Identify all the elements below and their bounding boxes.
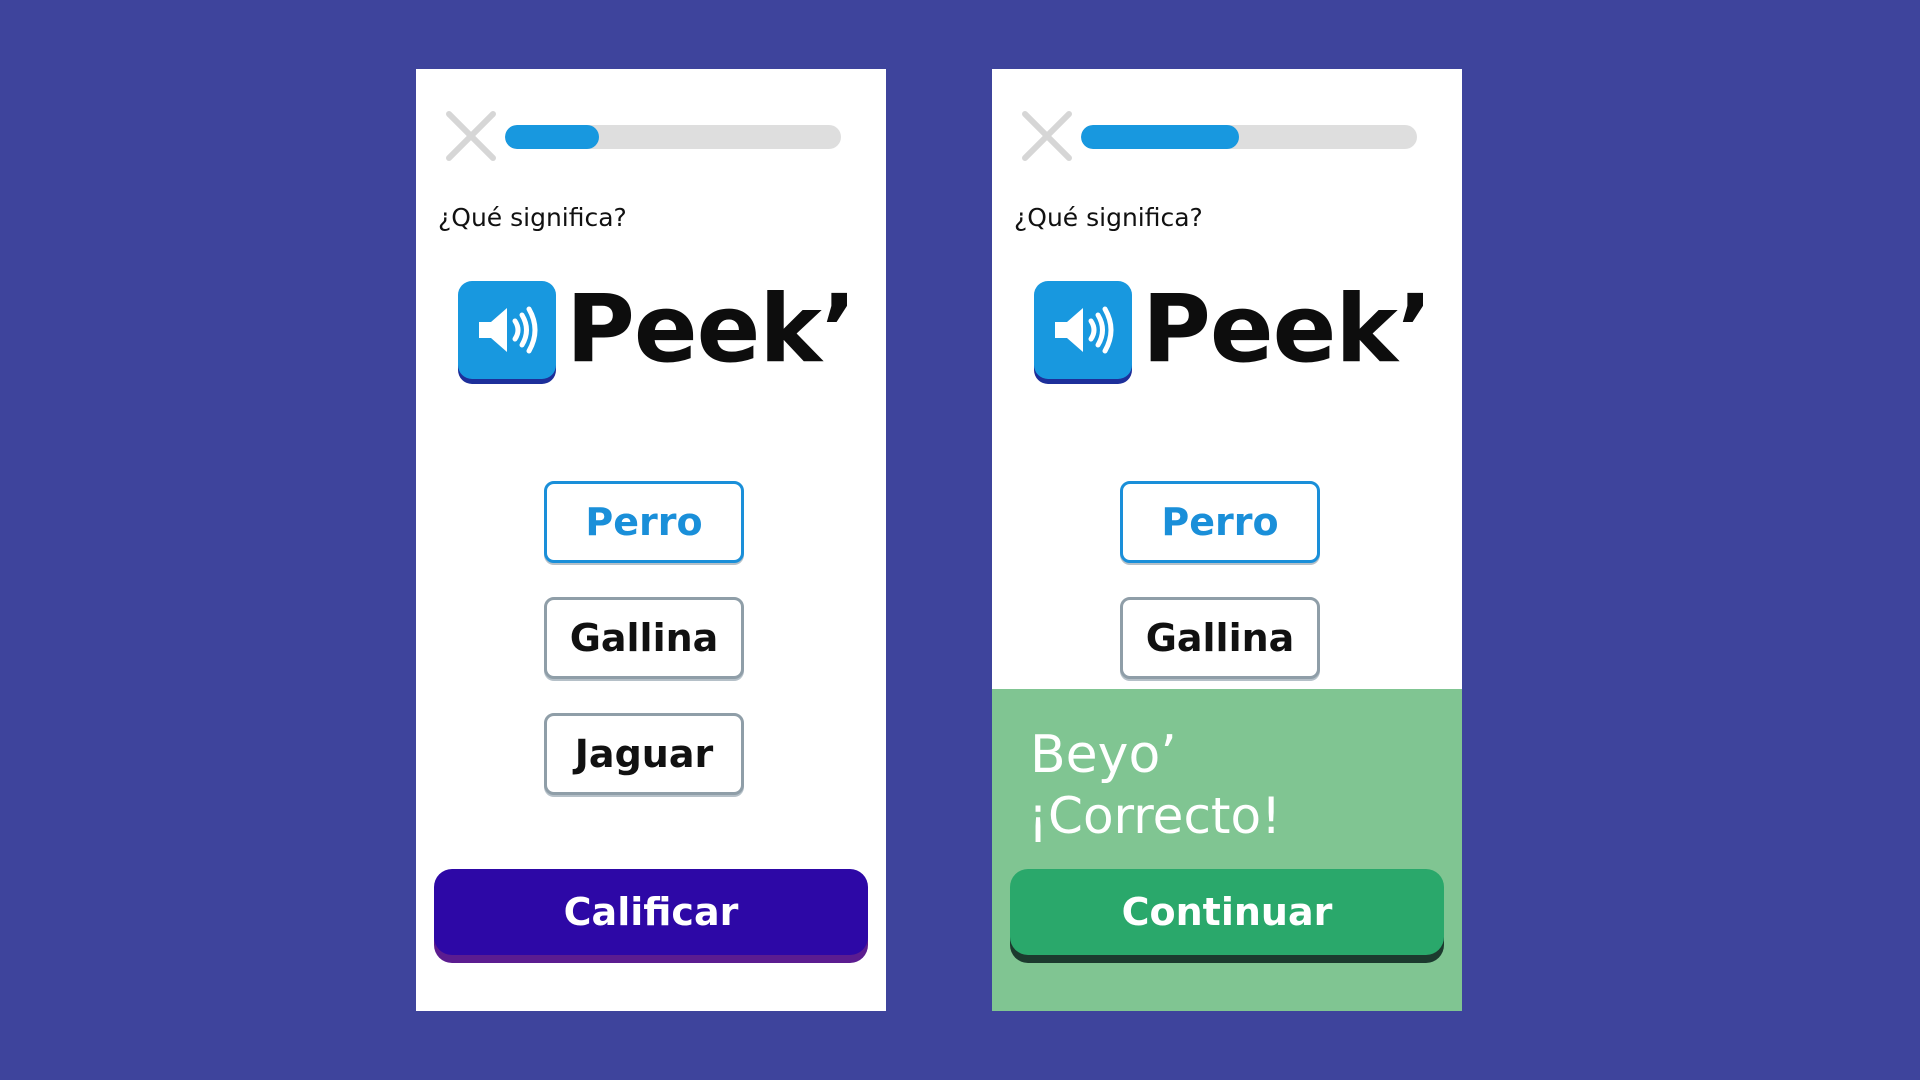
progress-bar-fill bbox=[505, 125, 600, 149]
lesson-screen-before-grading: ¿Qué significa? Peek’ Perro Gallina Jagu… bbox=[416, 69, 886, 1011]
option-perro[interactable]: Perro bbox=[1120, 481, 1320, 563]
lesson-screen-correct-feedback: ¿Qué significa? Peek’ Perro Gallina Beyo… bbox=[992, 69, 1462, 1011]
option-gallina[interactable]: Gallina bbox=[544, 597, 744, 679]
target-word: Peek’ bbox=[566, 275, 857, 384]
close-button[interactable] bbox=[446, 111, 496, 161]
target-word: Peek’ bbox=[1142, 275, 1433, 384]
close-icon bbox=[1022, 111, 1072, 161]
feedback-panel: Beyo’ ¡Correcto! bbox=[992, 689, 1462, 1011]
grade-button[interactable]: Calificar bbox=[434, 869, 868, 955]
continue-button[interactable]: Continuar bbox=[1010, 869, 1444, 955]
option-perro[interactable]: Perro bbox=[544, 481, 744, 563]
progress-bar bbox=[1081, 125, 1417, 149]
progress-bar-fill bbox=[1081, 125, 1239, 149]
audio-button[interactable] bbox=[1034, 281, 1132, 379]
option-jaguar[interactable]: Jaguar bbox=[544, 713, 744, 795]
word-row: Peek’ bbox=[1034, 275, 1433, 384]
feedback-status: ¡Correcto! bbox=[1028, 787, 1282, 845]
question-prompt: ¿Qué significa? bbox=[438, 203, 627, 232]
speaker-icon bbox=[479, 306, 538, 354]
feedback-answer: Beyo’ bbox=[1030, 725, 1177, 785]
word-row: Peek’ bbox=[458, 275, 857, 384]
option-gallina[interactable]: Gallina bbox=[1120, 597, 1320, 679]
close-button[interactable] bbox=[1022, 111, 1072, 161]
audio-button[interactable] bbox=[458, 281, 556, 379]
close-icon bbox=[446, 111, 496, 161]
progress-bar bbox=[505, 125, 841, 149]
speaker-icon bbox=[1055, 306, 1114, 354]
question-prompt: ¿Qué significa? bbox=[1014, 203, 1203, 232]
